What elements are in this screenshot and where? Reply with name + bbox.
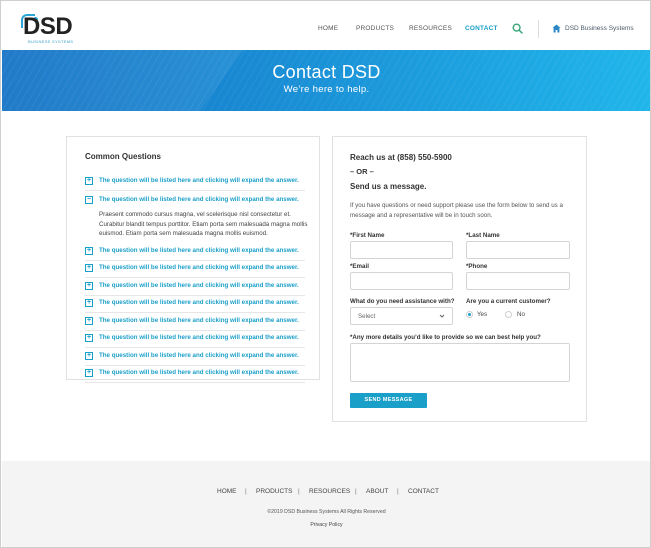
faq-item[interactable]: + The question will be listed here and cl… <box>85 279 305 296</box>
faq-item[interactable]: + The question will be listed here and cl… <box>85 349 305 366</box>
last-name-label: *Last Name <box>466 232 500 239</box>
footer-nav-resources[interactable]: RESOURCES <box>309 488 350 495</box>
hero-title: Contact DSD <box>272 62 381 82</box>
faq-item[interactable]: + The question will be listed here and cl… <box>85 314 305 331</box>
send-message-button[interactable]: SEND MESSAGE <box>350 393 427 408</box>
contact-form-card: Reach us at (858) 550-5900 – OR – Send u… <box>332 136 587 422</box>
faq-item[interactable]: + The question will be listed here and cl… <box>85 261 305 278</box>
faq-question[interactable]: The question will be listed here and cli… <box>99 369 299 376</box>
footer-separator: | <box>298 488 300 495</box>
details-label: *Any more details you’d like to provide … <box>350 334 541 341</box>
site-header: DSD BUSINESS SYSTEMS HOME PRODUCTS RESOU… <box>1 1 650 50</box>
customer-yes-radio[interactable] <box>466 311 473 318</box>
nav-home[interactable]: HOME <box>318 25 338 32</box>
assistance-label: What do you need assistance with? <box>350 298 455 305</box>
details-textarea[interactable] <box>350 343 570 382</box>
footer-separator: | <box>245 488 247 495</box>
faq-question[interactable]: The question will be listed here and cli… <box>99 264 299 271</box>
copyright: ©2019 DSD Business Systems All Rights Re… <box>267 509 386 515</box>
faq-item[interactable]: + The question will be listed here and cl… <box>85 244 305 261</box>
first-name-label: *First Name <box>350 232 385 239</box>
or-divider: – OR – <box>350 167 374 176</box>
hero-subtitle: We’re here to help. <box>283 84 370 95</box>
assistance-select[interactable]: Select <box>350 307 453 325</box>
first-name-field[interactable] <box>350 241 453 259</box>
privacy-policy-link[interactable]: Privacy Policy <box>2 522 650 528</box>
plus-icon[interactable]: + <box>85 352 93 360</box>
dsd-logo[interactable]: DSD BUSINESS SYSTEMS <box>19 14 81 44</box>
faq-question[interactable]: The question will be listed here and cli… <box>99 317 299 324</box>
plus-icon[interactable]: + <box>85 247 93 255</box>
phone-label: *Phone <box>466 263 488 270</box>
footer-nav: HOME | PRODUCTS | RESOURCES | ABOUT | CO… <box>2 488 650 498</box>
logo-text: DSD <box>23 13 73 40</box>
faq-question[interactable]: The question will be listed here and cli… <box>99 247 299 254</box>
plus-icon[interactable]: + <box>85 369 93 377</box>
plus-icon[interactable]: + <box>85 264 93 272</box>
faq-question[interactable]: The question will be listed here and cli… <box>99 299 299 306</box>
faq-title: Common Questions <box>85 152 162 161</box>
faq-answer: Praesent commodo cursus magna, vel scele… <box>99 211 308 237</box>
customer-label: Are you a current customer? <box>466 298 551 305</box>
faq-question[interactable]: The question will be listed here and cli… <box>99 196 299 203</box>
hero-banner: Contact DSD We’re here to help. <box>2 50 650 111</box>
customer-yes-label: Yes <box>477 311 488 318</box>
phone-field[interactable] <box>466 272 570 290</box>
minus-icon[interactable]: − <box>85 196 93 204</box>
nav-resources[interactable]: RESOURCES <box>409 25 452 32</box>
logo-subtitle: BUSINESS SYSTEMS <box>28 39 74 44</box>
form-title: Send us a message. <box>350 182 427 191</box>
footer-nav-products[interactable]: PRODUCTS <box>256 488 292 495</box>
phone-callout: Reach us at (858) 550-5900 <box>350 153 452 162</box>
faq-question[interactable]: The question will be listed here and cli… <box>99 334 299 341</box>
plus-icon[interactable]: + <box>85 334 93 342</box>
footer-separator: | <box>355 488 357 495</box>
last-name-field[interactable] <box>466 241 570 259</box>
faq-question[interactable]: The question will be listed here and cli… <box>99 177 299 184</box>
nav-divider <box>538 20 539 38</box>
faq-question[interactable]: The question will be listed here and cli… <box>99 282 299 289</box>
chevron-down-icon <box>439 314 445 318</box>
email-field[interactable] <box>350 272 453 290</box>
faq-item[interactable]: + The question will be listed here and cl… <box>85 296 305 313</box>
customer-no-radio[interactable] <box>505 311 512 318</box>
footer-nav-about[interactable]: ABOUT <box>366 488 388 495</box>
home-icon <box>552 24 561 33</box>
faq-item[interactable]: + The question will be listed here and cl… <box>85 366 305 383</box>
footer-nav-contact[interactable]: CONTACT <box>408 488 439 495</box>
assistance-select-value: Select <box>358 313 376 320</box>
faq-question[interactable]: The question will be listed here and cli… <box>99 352 299 359</box>
nav-products[interactable]: PRODUCTS <box>356 25 394 32</box>
plus-icon[interactable]: + <box>85 299 93 307</box>
faq-card: Common Questions + The question will be l… <box>66 136 320 383</box>
email-label: *Email <box>350 263 369 270</box>
footer-nav-home[interactable]: HOME <box>217 488 237 495</box>
plus-icon[interactable]: + <box>85 177 93 185</box>
page-frame: DSD BUSINESS SYSTEMS HOME PRODUCTS RESOU… <box>0 0 651 548</box>
faq-item[interactable]: + The question will be listed here and cl… <box>85 331 305 348</box>
site-footer: HOME | PRODUCTS | RESOURCES | ABOUT | CO… <box>2 461 650 547</box>
plus-icon[interactable]: + <box>85 317 93 325</box>
faq-item[interactable]: − The question will be listed here and cl… <box>85 193 305 210</box>
footer-separator: | <box>397 488 399 495</box>
nav-contact[interactable]: CONTACT <box>465 25 498 32</box>
company-link-label: DSD Business Systems <box>565 25 634 32</box>
faq-item[interactable]: + The question will be listed here and cl… <box>85 174 305 191</box>
customer-no-label: No <box>517 311 525 318</box>
search-icon[interactable] <box>512 23 523 34</box>
form-intro: If you have questions or need support pl… <box>350 202 563 219</box>
plus-icon[interactable]: + <box>85 282 93 290</box>
